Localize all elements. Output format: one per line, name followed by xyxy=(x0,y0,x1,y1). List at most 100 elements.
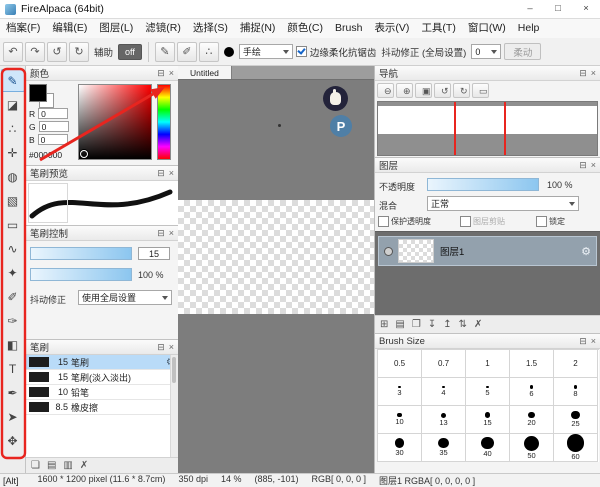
float-panel-icon[interactable]: ⊟ xyxy=(157,340,165,354)
brush-size-slider[interactable] xyxy=(30,247,132,260)
rotate-right-icon[interactable]: ↻ xyxy=(453,83,470,98)
hue-slider[interactable] xyxy=(157,84,171,160)
menu-item-file[interactable]: 档案(F) xyxy=(0,19,46,38)
select-eraser-tool[interactable]: ✑ xyxy=(1,309,25,332)
document-tab[interactable]: Untitled xyxy=(178,66,232,79)
menu-item-snap[interactable]: 捕捉(N) xyxy=(234,19,282,38)
close-panel-icon[interactable]: × xyxy=(169,340,174,354)
reset-view-icon[interactable]: ▭ xyxy=(472,83,489,98)
brush-list-item[interactable]: 15笔刷(淡入淡出) xyxy=(26,370,178,385)
stabilizer-mode-select[interactable]: 使用全局设置 xyxy=(78,290,172,305)
brush-size-0.5[interactable]: 0.5 xyxy=(378,350,422,378)
menu-item-window[interactable]: 窗口(W) xyxy=(462,19,512,38)
brush-size-0.7[interactable]: 0.7 xyxy=(422,350,466,378)
document-canvas[interactable] xyxy=(178,200,374,314)
saturation-value-picker[interactable] xyxy=(78,84,152,160)
brush-size-25[interactable]: 25 xyxy=(554,406,598,434)
red-input[interactable]: 0 xyxy=(38,108,68,119)
delete-layer-icon[interactable]: ✗ xyxy=(474,318,482,332)
layer-opacity-slider[interactable] xyxy=(427,178,539,191)
menu-item-tool[interactable]: 工具(T) xyxy=(415,19,461,38)
layer-visibility-icon[interactable] xyxy=(384,247,393,256)
brush-list-item[interactable]: 10铅笔 xyxy=(26,385,178,400)
add-brush-icon[interactable]: ❏ xyxy=(31,459,40,473)
brush-size-4[interactable]: 4 xyxy=(422,378,466,406)
brush-size-15[interactable]: 15 xyxy=(466,406,510,434)
float-panel-icon[interactable]: ⊟ xyxy=(579,158,587,172)
hand-tool[interactable]: ✥ xyxy=(1,429,25,452)
blue-input[interactable]: 0 xyxy=(38,134,68,145)
airbrush-mode-icon[interactable]: ∴ xyxy=(199,42,219,62)
antialias-checkbox[interactable]: 边缘柔化抗锯齿 xyxy=(296,45,377,59)
brush-size-value[interactable]: 15 xyxy=(138,247,170,260)
blend-select[interactable]: 正常 xyxy=(427,196,579,211)
layer-row[interactable]: 图层1⚙ xyxy=(378,236,597,266)
layer-settings-gear-icon[interactable]: ⚙ xyxy=(581,245,591,258)
text-tool[interactable]: T xyxy=(1,357,25,380)
zoom-fit-icon[interactable]: ▣ xyxy=(415,83,432,98)
close-panel-icon[interactable]: × xyxy=(591,66,596,80)
brush-opacity-slider[interactable] xyxy=(30,268,132,281)
move-layer-up-icon[interactable]: ↥ xyxy=(443,318,451,332)
soften-button[interactable]: 柔动 xyxy=(504,43,541,60)
menu-item-edit[interactable]: 编辑(E) xyxy=(46,19,93,38)
rotate-ccw-icon[interactable]: ↺ xyxy=(47,42,67,62)
menu-item-brush[interactable]: Brush xyxy=(329,19,368,38)
checkbox-clipping[interactable]: 图层剪贴 xyxy=(460,216,505,227)
menu-item-color[interactable]: 颜色(C) xyxy=(281,19,329,38)
bucket-tool[interactable]: ◧ xyxy=(1,333,25,356)
rotate-cw-icon[interactable]: ↻ xyxy=(69,42,89,62)
maximize-button[interactable]: □ xyxy=(544,0,572,18)
close-panel-icon[interactable]: × xyxy=(591,158,596,172)
select-rect-tool[interactable]: ▭ xyxy=(1,213,25,236)
canvas-area[interactable]: Untitled P xyxy=(178,66,374,473)
menu-item-select[interactable]: 选择(S) xyxy=(187,19,234,38)
close-panel-icon[interactable]: × xyxy=(169,226,174,240)
delete-brush-icon[interactable]: ✗ xyxy=(80,459,88,473)
float-panel-icon[interactable]: ⊟ xyxy=(579,66,587,80)
operation-tool[interactable]: ➤ xyxy=(1,405,25,428)
menu-item-layer[interactable]: 图层(L) xyxy=(93,19,139,38)
add-brush-folder-icon[interactable]: ▤ xyxy=(47,459,56,473)
brush-size-3[interactable]: 3 xyxy=(378,378,422,406)
duplicate-layer-icon[interactable]: ❐ xyxy=(412,318,421,332)
float-panel-icon[interactable]: ⊟ xyxy=(157,166,165,180)
move-tool[interactable]: ✛ xyxy=(1,141,25,164)
zoom-in-icon[interactable]: ⊕ xyxy=(396,83,413,98)
brush-color-dot[interactable] xyxy=(224,47,234,57)
draw-mode-select[interactable]: 手绘 xyxy=(239,44,293,59)
brush-size-35[interactable]: 35 xyxy=(422,434,466,462)
brush-size-10[interactable]: 10 xyxy=(378,406,422,434)
brush-size-1[interactable]: 1 xyxy=(466,350,510,378)
brush-size-50[interactable]: 50 xyxy=(510,434,554,462)
menu-item-view[interactable]: 表示(V) xyxy=(368,19,415,38)
correction-mode-icon[interactable]: ✐ xyxy=(177,42,197,62)
magic-wand-tool[interactable]: ✦ xyxy=(1,261,25,284)
brush-size-40[interactable]: 40 xyxy=(466,434,510,462)
redo-icon[interactable]: ↷ xyxy=(25,42,45,62)
green-input[interactable]: 0 xyxy=(39,121,69,132)
checkbox-protect-alpha[interactable]: 保护透明度 xyxy=(378,216,431,227)
brush-list-item[interactable]: 15笔刷⚙ xyxy=(26,355,178,370)
undo-icon[interactable]: ↶ xyxy=(3,42,23,62)
close-panel-icon[interactable]: × xyxy=(591,334,596,348)
select-pen-tool[interactable]: ✐ xyxy=(1,285,25,308)
brush-size-5[interactable]: 5 xyxy=(466,378,510,406)
navigator-preview[interactable] xyxy=(377,101,598,156)
close-panel-icon[interactable]: × xyxy=(169,66,174,80)
close-panel-icon[interactable]: × xyxy=(169,166,174,180)
brush-menu-icon[interactable]: ▥ xyxy=(63,459,72,473)
move-layer-down-icon[interactable]: ⇅ xyxy=(459,318,467,332)
minimize-button[interactable]: – xyxy=(516,0,544,18)
menu-item-filter[interactable]: 滤镜(R) xyxy=(139,19,187,38)
fill-tool[interactable]: ◍ xyxy=(1,165,25,188)
brush-size-30[interactable]: 30 xyxy=(378,434,422,462)
gradient-tool[interactable]: ▧ xyxy=(1,189,25,212)
zoom-out-icon[interactable]: ⊖ xyxy=(377,83,394,98)
lasso-tool[interactable]: ∿ xyxy=(1,237,25,260)
checkbox-lock[interactable]: 锁定 xyxy=(536,216,565,227)
merge-down-icon[interactable]: ↧ xyxy=(428,318,436,332)
new-folder-icon[interactable]: ▤ xyxy=(395,318,404,332)
float-panel-icon[interactable]: ⊟ xyxy=(157,226,165,240)
float-panel-icon[interactable]: ⊟ xyxy=(157,66,165,80)
